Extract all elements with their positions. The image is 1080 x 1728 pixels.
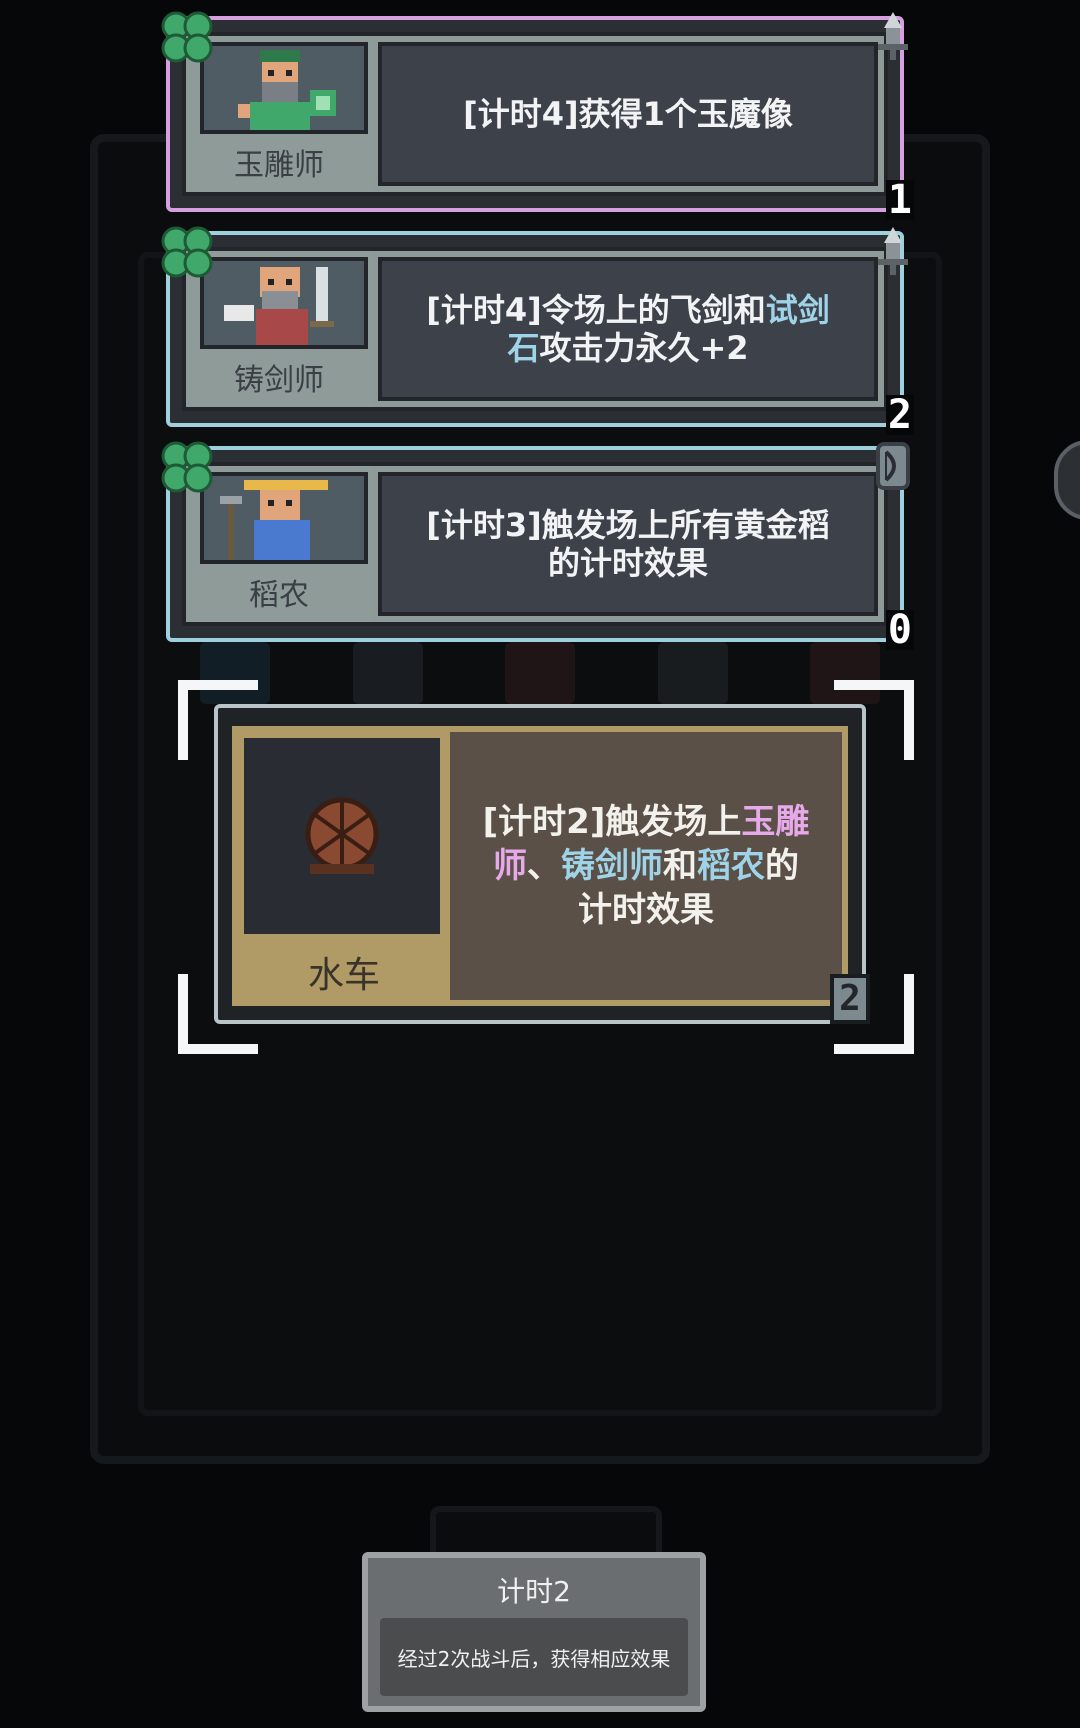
swordsmith-portrait-icon (224, 267, 334, 345)
rice-farmer-portrait-icon (220, 480, 328, 560)
desc-highlight-test-stone-2: 石 (507, 329, 540, 367)
desc-highlight-rice-farmer: 稻农 (697, 846, 765, 886)
hero-description: [计时3]触发场上所有黄金稻 的计时效果 (426, 506, 830, 582)
hero-counter: 2 (885, 392, 914, 438)
clover-icon (161, 441, 213, 493)
item-portrait (244, 738, 440, 934)
desc-highlight-jade-carver-2: 师 (493, 846, 527, 886)
faded-item-slot (505, 642, 575, 704)
desc-highlight-jade-carver: 玉雕 (741, 802, 810, 842)
item-card-inner: 水车 [计时2]触发场上玉雕师、铸剑师和稻农的计时效果 (232, 726, 848, 1006)
sword-icon (878, 12, 908, 60)
tooltip-body: 经过2次战斗后，获得相应效果 (380, 1618, 688, 1696)
waterwheel-icon (305, 797, 379, 874)
hero-name: 稻农 (249, 578, 309, 613)
hero-description-box: [计时4]令场上的飞剑和试剑石攻击力永久+2 (378, 257, 878, 401)
hero-portrait (200, 257, 368, 349)
side-scroll-handle[interactable] (1054, 440, 1080, 520)
desc-highlight-test-stone: 试剑 (765, 291, 830, 329)
hero-card-frame: 铸剑师 [计时4]令场上的飞剑和试剑石攻击力永久+2 (182, 247, 888, 411)
hero-portrait (200, 472, 368, 564)
desc-text: [计时2]触发场上 (482, 802, 742, 842)
hero-card-frame: 玉雕师 [计时4]获得1个玉魔像 (182, 32, 888, 196)
item-description: [计时2]触发场上玉雕师、铸剑师和稻农的计时效果 (450, 732, 842, 1000)
item-description-text: [计时2]触发场上玉雕师、铸剑师和稻农的计时效果 (483, 800, 810, 932)
desc-text: 、 (527, 846, 561, 886)
bow-icon (876, 442, 910, 490)
hero-description-box: [计时3]触发场上所有黄金稻 的计时效果 (378, 472, 878, 616)
hero-name: 铸剑师 (234, 363, 324, 398)
hero-name: 玉雕师 (234, 148, 324, 183)
hero-card-jade-carver[interactable]: 玉雕师 [计时4]获得1个玉魔像 1 (161, 11, 914, 220)
item-name: 水车 (307, 955, 380, 996)
keyword-tooltip: 计时2 经过2次战斗后，获得相应效果 (362, 1552, 706, 1712)
desc-text: [计时4]令场上的飞剑和 (426, 291, 766, 329)
desc-line: [计时3]触发场上所有黄金稻 (426, 506, 830, 544)
hero-description: [计时4]获得1个玉魔像 (463, 95, 793, 133)
hero-card-frame: 稻农 [计时3]触发场上所有黄金稻 的计时效果 (182, 462, 888, 626)
sword-icon (878, 227, 908, 275)
desc-text: 攻击力永久+2 (539, 329, 749, 367)
item-card-waterwheel[interactable]: 水车 [计时2]触发场上玉雕师、铸剑师和稻农的计时效果 (214, 704, 866, 1024)
hero-counter: 1 (885, 177, 914, 223)
hero-description: [计时4]令场上的飞剑和试剑石攻击力永久+2 (426, 291, 830, 367)
hero-counter: 0 (885, 607, 914, 653)
hero-portrait (200, 42, 368, 134)
hero-card-swordsmith[interactable]: 铸剑师 [计时4]令场上的飞剑和试剑石攻击力永久+2 2 (161, 226, 914, 435)
hero-card-rice-farmer[interactable]: 稻农 [计时3]触发场上所有黄金稻 的计时效果 0 (161, 441, 914, 650)
jade-carver-portrait-icon (238, 50, 336, 130)
faded-item-slot (657, 642, 728, 704)
desc-text: 计时效果 (578, 890, 714, 930)
desc-highlight-swordsmith: 铸剑师 (561, 846, 663, 886)
item-counter: 2 (830, 974, 870, 1024)
desc-line: 的计时效果 (547, 544, 708, 582)
hero-description-box: [计时4]获得1个玉魔像 (378, 42, 878, 186)
desc-text: 的 (765, 846, 799, 886)
desc-text: 和 (663, 846, 697, 886)
clover-icon (161, 226, 213, 278)
tooltip-title: 计时2 (497, 1575, 571, 1608)
clover-icon (161, 11, 213, 63)
faded-item-slot (352, 642, 423, 704)
item-portrait-column: 水车 (238, 732, 450, 1000)
background-item-row (200, 642, 880, 704)
